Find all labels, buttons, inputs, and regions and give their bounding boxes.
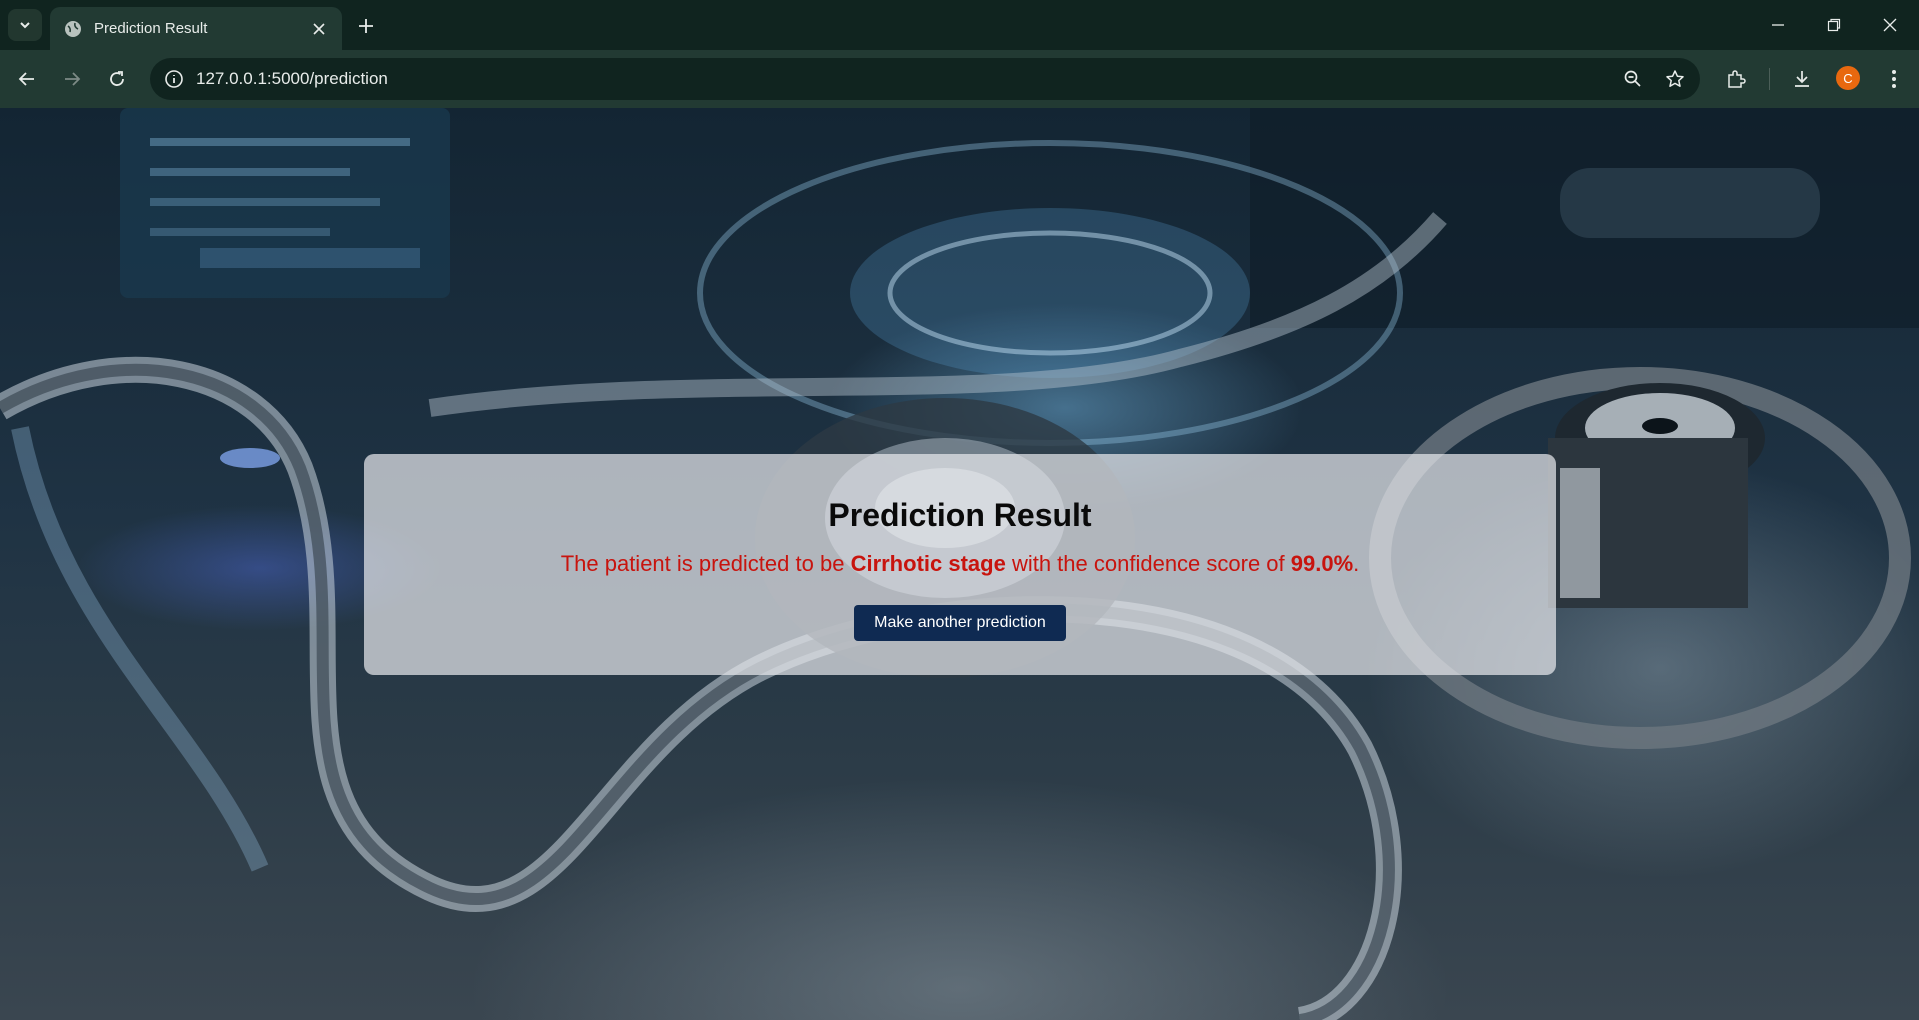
extensions-icon [1728,70,1746,88]
tab-strip: Prediction Result [0,0,1919,50]
prediction-sentence: The patient is predicted to be Cirrhotic… [364,551,1556,577]
forward-arrow-icon [65,72,81,86]
tab-search-button[interactable] [8,9,42,41]
plus-icon [359,19,373,33]
new-tab-button[interactable] [352,12,380,40]
close-window-button[interactable] [1870,10,1910,40]
tab-search-icon [20,22,30,29]
globe-icon [64,20,82,38]
predicted-stage: Cirrhotic stage [850,551,1006,576]
downloads-button[interactable] [1786,63,1818,95]
restore-icon [1827,18,1841,32]
make-another-prediction-button[interactable]: Make another prediction [854,605,1066,641]
reload-button[interactable] [101,63,133,95]
star-icon[interactable] [1663,67,1687,91]
close-tab-button[interactable] [306,16,332,42]
menu-button[interactable] [1878,63,1910,95]
download-icon [1795,71,1809,87]
tab-title: Prediction Result [94,20,208,37]
zoom-icon[interactable] [1621,67,1645,91]
sentence-middle: with the confidence score of [1005,551,1291,576]
restore-button[interactable] [1814,10,1854,40]
reload-icon [110,71,124,86]
page-viewport: Prediction Result The patient is predict… [0,108,1919,1020]
back-arrow-icon [18,72,34,86]
browser-toolbar: 127.0.0.1:5000/prediction [0,50,1919,108]
kebab-menu-icon [1892,70,1896,88]
confidence-score: 99.0% [1290,551,1354,576]
profile-avatar[interactable]: C [1836,66,1860,90]
active-tab[interactable]: Prediction Result [50,7,342,50]
sentence-suffix: . [1353,551,1360,576]
sentence-prefix: The patient is predicted to be [560,551,851,576]
extensions-button[interactable] [1720,63,1752,95]
address-bar[interactable]: 127.0.0.1:5000/prediction [150,58,1700,100]
url-text[interactable]: 127.0.0.1:5000/prediction [196,69,388,89]
close-icon [313,22,325,35]
minimize-button[interactable] [1758,10,1798,40]
page-title: Prediction Result [828,497,1092,533]
site-info-icon[interactable] [162,67,186,91]
prediction-result-card: Prediction Result The patient is predict… [364,454,1556,675]
close-icon [1883,18,1897,32]
back-button[interactable] [11,63,43,95]
forward-button[interactable] [56,63,88,95]
toolbar-divider [1769,68,1770,90]
minimize-icon [1772,24,1784,26]
